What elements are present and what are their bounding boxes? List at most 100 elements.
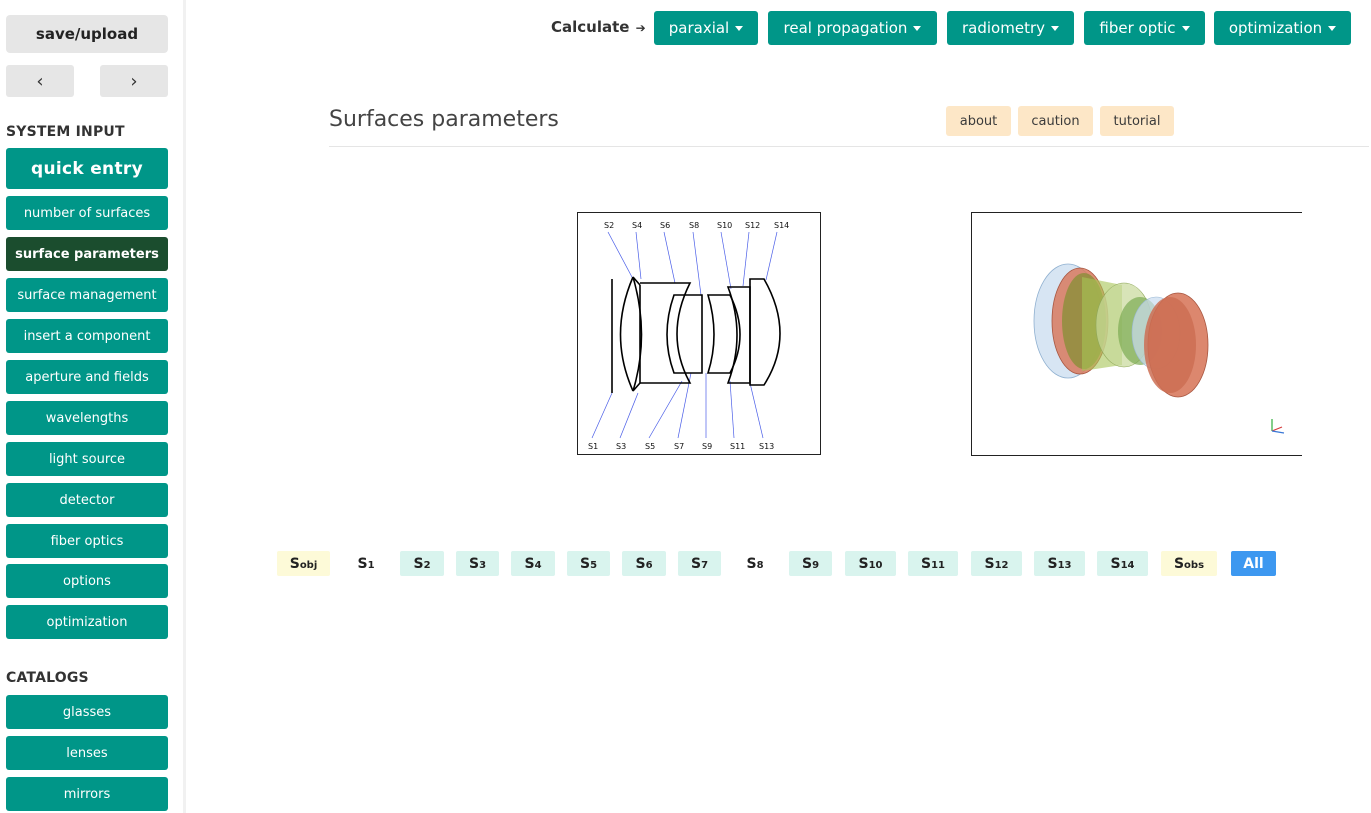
arrow-right-icon: ➔ xyxy=(631,21,646,35)
surface-tab-s5[interactable]: S5 xyxy=(567,551,610,576)
sidebar-item-fiber-optics[interactable]: fiber optics xyxy=(6,524,168,558)
lens-3d-view[interactable] xyxy=(971,212,1302,456)
heading-divider xyxy=(329,146,1369,147)
surface-tab-s1[interactable]: S1 xyxy=(344,551,388,576)
surface-letter: S xyxy=(357,555,368,572)
sidebar-item-wavelengths[interactable]: wavelengths xyxy=(6,401,168,435)
sidebar-item-insert-a-component[interactable]: insert a component xyxy=(6,319,168,353)
caution-button[interactable]: caution xyxy=(1018,106,1093,136)
surface-tab-sobs[interactable]: Sobs xyxy=(1161,551,1217,576)
surface-letter: S xyxy=(579,555,591,572)
sidebar-item-optimization[interactable]: optimization xyxy=(6,605,168,639)
surface-tab-s6[interactable]: S6 xyxy=(622,551,666,576)
surface-tab-s3[interactable]: S3 xyxy=(456,551,499,576)
diagram-label-top: S12 xyxy=(745,221,760,230)
diagram-label-top: S14 xyxy=(774,221,789,230)
tutorial-button[interactable]: tutorial xyxy=(1100,106,1174,136)
diagram-label-bottom: S9 xyxy=(702,442,712,451)
sidebar-item-surface-management[interactable]: surface management xyxy=(6,278,168,312)
diagram-label-bottom: S7 xyxy=(674,442,684,451)
surface-letter: S xyxy=(524,555,535,572)
surface-index: 4 xyxy=(534,560,542,571)
surface-letter: S xyxy=(920,555,932,572)
menu-real-propagation-label: real propagation xyxy=(783,19,908,37)
surface-index: 14 xyxy=(1120,560,1135,571)
caret-down-icon xyxy=(1051,25,1059,31)
surface-index: 6 xyxy=(645,560,653,571)
axis-triad-icon xyxy=(1271,419,1285,434)
sidebar-item-light-source[interactable]: light source xyxy=(6,442,168,476)
menu-fiber-optic[interactable]: fiber optic xyxy=(1084,11,1205,45)
surface-letter: S xyxy=(1110,555,1121,572)
surface-letter: S xyxy=(1047,555,1058,572)
caret-down-icon xyxy=(1181,25,1190,31)
surface-index: 5 xyxy=(590,560,598,571)
lens-2d-diagram: S2 S4 S6 S8 S10 S12 S14 S1 S3 S5 S7 S9 S… xyxy=(577,212,821,455)
sidebar: save/upload ‹ › SYSTEM INPUT quick entry… xyxy=(0,0,176,813)
lens-3d-svg xyxy=(1033,263,1285,434)
surface-letter: S xyxy=(289,555,300,572)
sidebar-item-aperture-and-fields[interactable]: aperture and fields xyxy=(6,360,168,394)
about-button[interactable]: about xyxy=(946,106,1011,136)
caret-down-icon xyxy=(1328,25,1337,31)
surface-index: 2 xyxy=(423,560,431,571)
menu-optimization[interactable]: optimization xyxy=(1214,11,1351,45)
surface-index: 1 xyxy=(367,560,375,571)
catalog-item-lenses[interactable]: lenses xyxy=(6,736,168,770)
surface-tab-s2[interactable]: S2 xyxy=(400,551,444,576)
quick-entry-button[interactable]: quick entry xyxy=(6,148,168,189)
menu-fiber-optic-label: fiber optic xyxy=(1099,19,1176,37)
catalog-item-glasses[interactable]: glasses xyxy=(6,695,168,729)
menu-radiometry[interactable]: radiometry xyxy=(947,11,1074,45)
surface-letter: S xyxy=(746,555,757,572)
surface-index: 9 xyxy=(812,560,820,571)
surface-index: 8 xyxy=(756,560,764,571)
save-upload-button[interactable]: save/upload xyxy=(6,15,168,53)
surface-letter: S xyxy=(984,555,995,572)
page-title: Surfaces parameters xyxy=(329,107,559,132)
sidebar-item-options[interactable]: options xyxy=(6,564,168,598)
surface-tab-s4[interactable]: S4 xyxy=(511,551,555,576)
surface-letter: S xyxy=(690,555,702,572)
system-input-heading: SYSTEM INPUT xyxy=(6,124,125,140)
surface-tab-s7[interactable]: S7 xyxy=(678,551,721,576)
surface-tab-s14[interactable]: S 14 xyxy=(1097,551,1148,576)
catalog-item-mirrors[interactable]: mirrors xyxy=(6,777,168,811)
surface-letter: S xyxy=(468,555,480,572)
surface-index: obj xyxy=(299,560,318,571)
surface-tab-sobj[interactable]: Sobj xyxy=(277,551,330,576)
diagram-label-top: S4 xyxy=(632,221,642,230)
calculate-label: Calculate ➔ xyxy=(551,18,646,36)
menu-radiometry-label: radiometry xyxy=(962,19,1045,37)
menu-real-propagation[interactable]: real propagation xyxy=(768,11,937,45)
surface-index: 13 xyxy=(1057,560,1072,571)
surface-tab-s13[interactable]: S 13 xyxy=(1034,551,1085,576)
sidebar-item-detector[interactable]: detector xyxy=(6,483,168,517)
diagram-label-bottom: S5 xyxy=(645,442,655,451)
catalogs-heading: CATALOGS xyxy=(6,670,89,686)
surface-index: 12 xyxy=(994,560,1009,571)
previous-button[interactable]: ‹ xyxy=(6,65,74,97)
surface-letter: S xyxy=(801,555,813,572)
surface-tab-s8[interactable]: S8 xyxy=(733,551,777,576)
menu-paraxial[interactable]: paraxial xyxy=(654,11,758,45)
sidebar-item-surface-parameters[interactable]: surface parameters xyxy=(6,237,168,271)
surface-tab-s10[interactable]: S 10 xyxy=(845,551,896,576)
diagram-label-top: S10 xyxy=(717,221,732,230)
surface-index: 3 xyxy=(479,560,487,571)
surface-letter: S xyxy=(858,555,869,572)
surface-tab-s12[interactable]: S 12 xyxy=(971,551,1022,576)
surface-index: 10 xyxy=(868,560,883,571)
sidebar-item-number-of-surfaces[interactable]: number of surfaces xyxy=(6,196,168,230)
surface-index: obs xyxy=(1184,560,1205,571)
surface-tab-all[interactable]: All xyxy=(1231,551,1276,576)
menu-optimization-label: optimization xyxy=(1228,19,1323,37)
surface-tab-s11[interactable]: S 11 xyxy=(908,551,958,576)
caret-down-icon xyxy=(913,25,922,31)
surface-tab-s9[interactable]: S9 xyxy=(789,551,832,576)
diagram-label-top: S2 xyxy=(604,221,614,230)
surface-letter: S xyxy=(1173,555,1185,572)
surface-index: 11 xyxy=(931,560,945,571)
next-button[interactable]: › xyxy=(100,65,168,97)
diagram-label-bottom: S13 xyxy=(759,442,774,451)
